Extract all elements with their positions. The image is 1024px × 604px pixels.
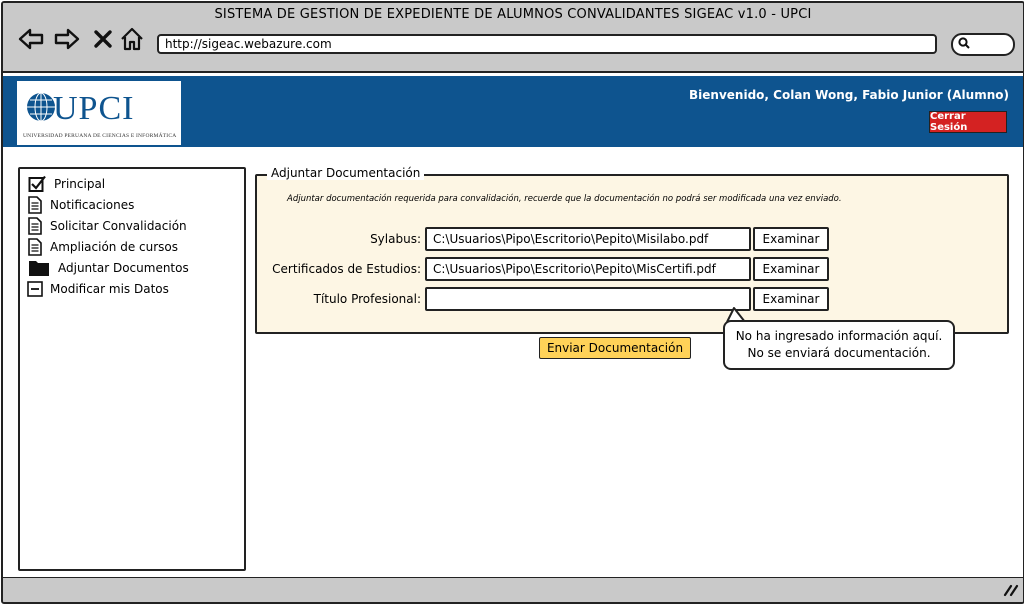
- sidebar-item-notificaciones[interactable]: Notificaciones: [26, 195, 134, 215]
- site-header: UPCI UNIVERSIDAD PERUANA DE CIENCIAS E I…: [3, 76, 1023, 147]
- sidebar-item-label: Notificaciones: [50, 198, 135, 212]
- home-icon[interactable]: [118, 25, 146, 53]
- browser-window: SISTEMA DE GESTION DE EXPEDIENTE DE ALUM…: [1, 1, 1024, 604]
- browser-statusbar: [3, 578, 1023, 602]
- logo-text: UPCI: [53, 90, 135, 127]
- sidebar-item-label: Principal: [54, 177, 106, 191]
- folder-icon: [28, 259, 50, 277]
- minus-box-icon: [26, 280, 44, 298]
- search-icon: [958, 37, 970, 49]
- sylabus-file-field[interactable]: C:\Usuarios\Pipo\Escritorio\Pepito\Misil…: [425, 227, 751, 251]
- sidebar-item-label: Modificar mis Datos: [50, 282, 169, 296]
- web-page: UPCI UNIVERSIDAD PERUANA DE CIENCIAS E I…: [3, 71, 1023, 579]
- sidebar-item-adjuntar-documentos[interactable]: Adjuntar Documentos: [28, 258, 189, 278]
- sylabus-browse-button[interactable]: Examinar: [753, 227, 829, 251]
- titulo-profesional-label: Título Profesional:: [313, 292, 421, 306]
- tooltip-line-1: No ha ingresado información aquí.: [735, 329, 943, 343]
- sidebar-item-label: Adjuntar Documentos: [58, 261, 189, 275]
- titulo-profesional-file-field[interactable]: [425, 287, 751, 311]
- window-title: SISTEMA DE GESTION DE EXPEDIENTE DE ALUM…: [214, 7, 812, 22]
- checkbox-checked-icon: [28, 175, 46, 193]
- welcome-message: Bienvenido, Colan Wong, Fabio Junior (Al…: [689, 88, 1009, 102]
- certificados-file-field[interactable]: C:\Usuarios\Pipo\Escritorio\Pepito\MisCe…: [425, 257, 751, 281]
- sidebar-item-principal[interactable]: Principal: [28, 174, 105, 194]
- sidebar-menu: Principal Notificaciones Solicitar Conva…: [18, 167, 246, 571]
- attach-documents-panel: Adjuntar Documentación Adjuntar document…: [255, 166, 1009, 334]
- resize-grip-icon[interactable]: [1003, 583, 1019, 597]
- certificados-label: Certificados de Estudios:: [272, 262, 421, 276]
- sylabus-label: Sylabus:: [370, 232, 421, 246]
- sidebar-item-modificar-datos[interactable]: Modificar mis Datos: [26, 279, 169, 299]
- panel-hint: Adjuntar documentación requerida para co…: [287, 194, 842, 204]
- document-icon: [26, 217, 44, 235]
- certificados-browse-button[interactable]: Examinar: [753, 257, 829, 281]
- panel-legend: Adjuntar Documentación: [267, 166, 425, 180]
- document-icon: [26, 196, 44, 214]
- back-arrow-icon[interactable]: [17, 25, 45, 53]
- close-icon[interactable]: [89, 25, 117, 53]
- url-text: http://sigeac.webazure.com: [165, 37, 332, 51]
- logout-button[interactable]: Cerrar Sesión: [929, 111, 1007, 133]
- tooltip-line-2: No se enviará documentación.: [747, 346, 931, 360]
- logo-subtext: UNIVERSIDAD PERUANA DE CIENCIAS E INFORM…: [23, 133, 177, 139]
- sidebar-item-label: Solicitar Convalidación: [50, 219, 187, 233]
- sidebar-item-solicitar-convalidacion[interactable]: Solicitar Convalidación: [26, 216, 187, 236]
- send-documentation-button[interactable]: Enviar Documentación: [539, 337, 691, 359]
- browser-search-box[interactable]: [951, 33, 1015, 56]
- url-bar[interactable]: http://sigeac.webazure.com: [157, 34, 937, 54]
- sidebar-item-label: Ampliación de cursos: [50, 240, 179, 254]
- browser-titlebar: SISTEMA DE GESTION DE EXPEDIENTE DE ALUM…: [3, 3, 1023, 71]
- forward-arrow-icon[interactable]: [53, 25, 81, 53]
- validation-tooltip: No ha ingresado información aquí. No se …: [723, 320, 955, 370]
- document-icon: [26, 238, 44, 256]
- upci-logo: UPCI UNIVERSIDAD PERUANA DE CIENCIAS E I…: [17, 81, 181, 145]
- sidebar-item-ampliacion-cursos[interactable]: Ampliación de cursos: [26, 237, 178, 257]
- titulo-profesional-browse-button[interactable]: Examinar: [753, 287, 829, 311]
